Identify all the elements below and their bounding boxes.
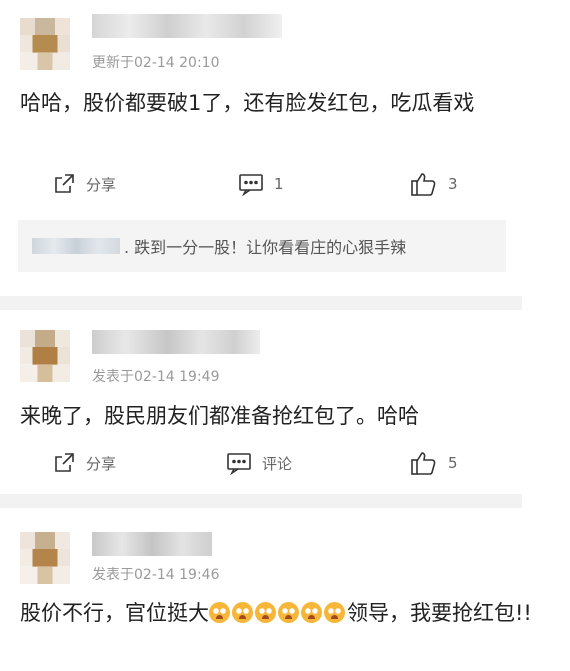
username-blurred[interactable] [92,14,282,38]
embarrassed-emoji-icon [255,602,276,623]
share-button[interactable]: 分享 [52,449,116,477]
timestamp: 更新于02-14 20:10 [92,55,220,71]
embarrassed-emoji-icon [301,602,322,623]
separator [0,296,522,310]
embarrassed-emoji-icon [209,602,230,623]
avatar[interactable] [20,330,70,382]
comment-count: 1 [274,175,284,193]
embarrassed-emoji-icon [324,602,345,623]
thumbs-up-icon [410,171,438,197]
comment-actions: 分享 评论 5 [0,449,540,477]
comment-button[interactable]: 评论 [226,449,292,477]
like-button[interactable]: 5 [410,449,458,477]
reply-preview[interactable]: . 跌到一分一股！让你看看庄的心狠手辣 [18,220,506,272]
like-count: 3 [448,175,458,193]
reply-text: . 跌到一分一股！让你看看庄的心狠手辣 [124,238,407,257]
comment-icon [238,172,264,196]
share-icon [52,451,76,475]
avatar[interactable] [20,532,70,584]
emoji-group [209,601,347,625]
timestamp: 发表于02-14 19:46 [92,567,220,583]
share-icon [52,172,76,196]
comment-text: 来晚了，股民朋友们都准备抢红包了。哈哈 [20,404,419,428]
separator [0,494,522,508]
comment-text: 股价不行，官位挺大 领导，我要抢红包!! [20,596,540,630]
reply-username-blurred [32,238,120,254]
like-button[interactable]: 3 [410,170,458,198]
avatar[interactable] [20,18,70,70]
thumbs-up-icon [410,450,438,476]
comment-text-after: 领导，我要抢红包!! [347,601,532,625]
comment-text: 哈哈，股价都要破1了，还有脸发红包，吃瓜看戏 [20,91,475,115]
username-blurred[interactable] [92,532,212,556]
timestamp: 发表于02-14 19:49 [92,369,220,385]
share-label: 分享 [86,175,117,194]
comment-button[interactable]: 1 [238,170,284,198]
comment-icon [226,451,252,475]
like-count: 5 [448,454,458,472]
embarrassed-emoji-icon [232,602,253,623]
comment-text-before: 股价不行，官位挺大 [20,601,209,625]
embarrassed-emoji-icon [278,602,299,623]
share-button[interactable]: 分享 [52,170,116,198]
comment-actions: 分享 1 3 [0,170,540,198]
comment-label: 评论 [262,454,293,473]
share-label: 分享 [86,454,117,473]
username-blurred[interactable] [92,330,260,354]
